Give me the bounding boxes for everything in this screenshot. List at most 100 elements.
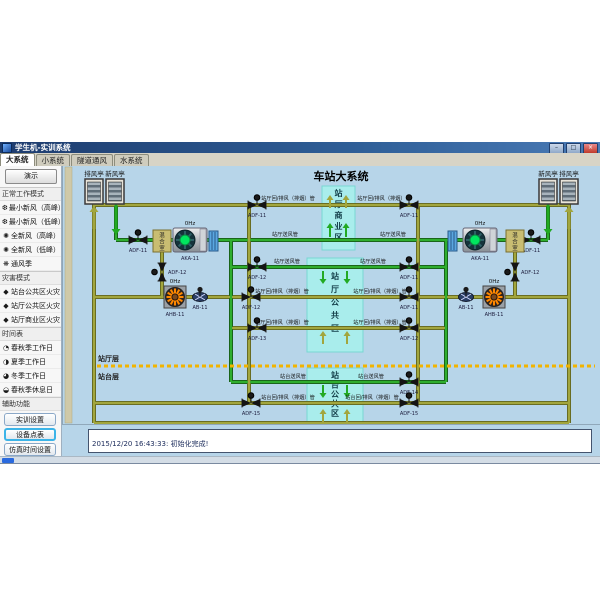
- tab-3[interactable]: 隧道通风: [71, 154, 113, 166]
- sidebar-item[interactable]: ◆站台公共区火灾: [0, 285, 61, 299]
- sidebar-item[interactable]: ◒春秋季休息日: [0, 383, 61, 397]
- tab-1[interactable]: 大系统: [0, 153, 35, 166]
- zone-hall-public: 站厅公共区: [307, 258, 363, 352]
- svg-text:AKA-11: AKA-11: [471, 256, 489, 262]
- sidebar-section-header: 时间表: [0, 327, 61, 341]
- sidebar-button[interactable]: 仿真时间设置: [4, 443, 56, 456]
- duct-label: 站厅送风管: [360, 257, 386, 265]
- svg-text:站: 站: [331, 271, 339, 281]
- tab-2[interactable]: 小系统: [36, 154, 71, 166]
- log-panel: 2015/12/20 16:43:33: 初始化完成!: [62, 424, 600, 456]
- sidebar-item-label: 最小新风（低峰）: [9, 217, 62, 227]
- svg-text:商: 商: [335, 210, 343, 220]
- mode-icon: ✺: [2, 232, 10, 240]
- svg-text:ADF-12: ADF-12: [400, 336, 418, 342]
- svg-text:公: 公: [331, 390, 339, 399]
- sidebar-item[interactable]: ❋通风季: [0, 257, 61, 271]
- svg-text:站: 站: [335, 188, 343, 198]
- svg-text:站: 站: [331, 370, 339, 380]
- sidebar-item-label: 站厅公共区火灾: [11, 301, 60, 311]
- svg-text:ADF-12: ADF-12: [242, 305, 260, 311]
- ahu-fan-ahu_right[interactable]: 0Hz AKA-11: [463, 221, 497, 262]
- mode-icon: ❆: [2, 204, 8, 212]
- sidebar-item-label: 冬季工作日: [11, 371, 46, 381]
- svg-text:合: 合: [512, 238, 518, 246]
- svg-text:混: 混: [512, 231, 518, 239]
- duct-label: 站台送风管: [280, 372, 306, 380]
- sidebar-button[interactable]: 实训设置: [4, 413, 56, 426]
- fan-frequency: 0Hz: [170, 279, 181, 285]
- sidebar-item[interactable]: ✺全新风（高峰）: [0, 229, 61, 243]
- app-icon: [2, 143, 12, 153]
- sidebar-item[interactable]: ◑夏季工作日: [0, 355, 61, 369]
- sidebar-item-label: 最小新风（高峰）: [9, 203, 62, 213]
- air-pavilion-tower: [539, 179, 557, 204]
- fan-frequency: 0Hz: [489, 279, 500, 285]
- sidebar-item[interactable]: ◆站厅商业区火灾: [0, 313, 61, 327]
- sidebar-item[interactable]: ◔春秋季工作日: [0, 341, 61, 355]
- fan-frequency: 0Hz: [475, 221, 486, 227]
- silencer: [209, 231, 218, 251]
- app-window: 学生机-实训系统 – □ × 大系统小系统隧道通风水系统 演示 正常工作模式❆最…: [0, 142, 600, 464]
- svg-text:室: 室: [159, 244, 165, 252]
- svg-text:ADF-12: ADF-12: [168, 270, 186, 276]
- mode-icon: ✺: [2, 246, 10, 254]
- svg-text:ADF-13: ADF-13: [248, 336, 266, 342]
- return-fan-ret_left[interactable]: 0Hz AHB-11: [164, 279, 186, 318]
- canvas-left-strip: [65, 167, 72, 423]
- diagram-canvas: 站厅商业区站厅公共区站台公共区排风亭新风亭新风亭排风亭ADF-11ADF-11A…: [62, 166, 600, 424]
- mode-icon: ◑: [2, 358, 10, 366]
- sidebar-item[interactable]: ◕冬季工作日: [0, 369, 61, 383]
- log-box: 2015/12/20 16:43:33: 初始化完成!: [88, 429, 592, 453]
- sidebar-button[interactable]: 设备点表: [4, 428, 56, 441]
- svg-text:厅: 厅: [331, 285, 339, 294]
- sidebar-item-label: 春秋季工作日: [11, 343, 53, 353]
- mode-icon: ◔: [2, 344, 10, 352]
- duct-label: 站厅送风管: [380, 230, 406, 238]
- damper-vert-right[interactable]: ADF-12: [505, 263, 540, 281]
- duct-label: 站台送风管: [358, 372, 384, 380]
- air-pavilion-tower: [85, 179, 103, 204]
- svg-text:混: 混: [159, 231, 165, 239]
- sidebar-item-label: 夏季工作日: [11, 357, 46, 367]
- return-fan-ret_right[interactable]: 0Hz AHB-11: [483, 279, 505, 318]
- duct-label: 站厅回/排风（排烟）管: [357, 194, 411, 202]
- sidebar-item[interactable]: ❆最小新风（低峰）: [0, 215, 61, 229]
- mode-icon: ◆: [2, 288, 10, 296]
- svg-text:ADF-11: ADF-11: [400, 275, 418, 281]
- demo-button[interactable]: 演示: [5, 169, 57, 184]
- butterfly-valve-bf-right[interactable]: AB-11: [458, 287, 473, 311]
- svg-text:公: 公: [331, 298, 339, 307]
- floor-label-hall: 站厅层: [98, 354, 119, 363]
- exhaust-up-arrow: [565, 206, 574, 229]
- sidebar-item-label: 通风季: [11, 259, 32, 269]
- sidebar-item-label: 春秋季休息日: [11, 385, 53, 395]
- pavilion-label: 新风亭: [538, 169, 558, 178]
- svg-text:AKA-11: AKA-11: [181, 256, 199, 262]
- svg-text:AB-11: AB-11: [192, 305, 207, 311]
- sidebar-item-label: 全新风（低峰）: [11, 245, 60, 255]
- sidebar-item[interactable]: ◆站厅公共区火灾: [0, 299, 61, 313]
- duct-label: 站厅回/排风（排烟）管: [261, 194, 315, 202]
- svg-text:AB-11: AB-11: [458, 305, 473, 311]
- sidebar-item[interactable]: ✺全新风（低峰）: [0, 243, 61, 257]
- butterfly-valve-bf-left[interactable]: AB-11: [192, 287, 207, 311]
- duct-label: 站厅回/排风（排烟）管: [353, 287, 407, 295]
- svg-text:ADF-12: ADF-12: [521, 270, 539, 276]
- duct-label: 站厅送风管: [272, 230, 298, 238]
- window-titlebar: 学生机-实训系统 – □ ×: [0, 142, 600, 153]
- svg-text:区: 区: [331, 409, 339, 418]
- sidebar: 演示 正常工作模式❆最小新风（高峰）❆最小新风（低峰）✺全新风（高峰）✺全新风（…: [0, 166, 62, 463]
- svg-text:业: 业: [335, 221, 343, 231]
- tab-4[interactable]: 水系统: [114, 154, 149, 166]
- pavilion-label: 排风亭: [84, 169, 104, 178]
- ahu-fan-ahu_left[interactable]: 0HzAKA-11: [173, 221, 207, 262]
- svg-text:AHB-11: AHB-11: [166, 312, 185, 318]
- diagram-title: 车站大系统: [314, 169, 369, 183]
- screenshot-stage: 学生机-实训系统 – □ × 大系统小系统隧道通风水系统 演示 正常工作模式❆最…: [0, 0, 600, 600]
- mixing-box: 混合室: [506, 230, 524, 252]
- mode-icon: ❆: [2, 218, 8, 226]
- svg-text:AHB-11: AHB-11: [485, 312, 504, 318]
- sidebar-item-label: 全新风（高峰）: [11, 231, 60, 241]
- sidebar-item[interactable]: ❆最小新风（高峰）: [0, 201, 61, 215]
